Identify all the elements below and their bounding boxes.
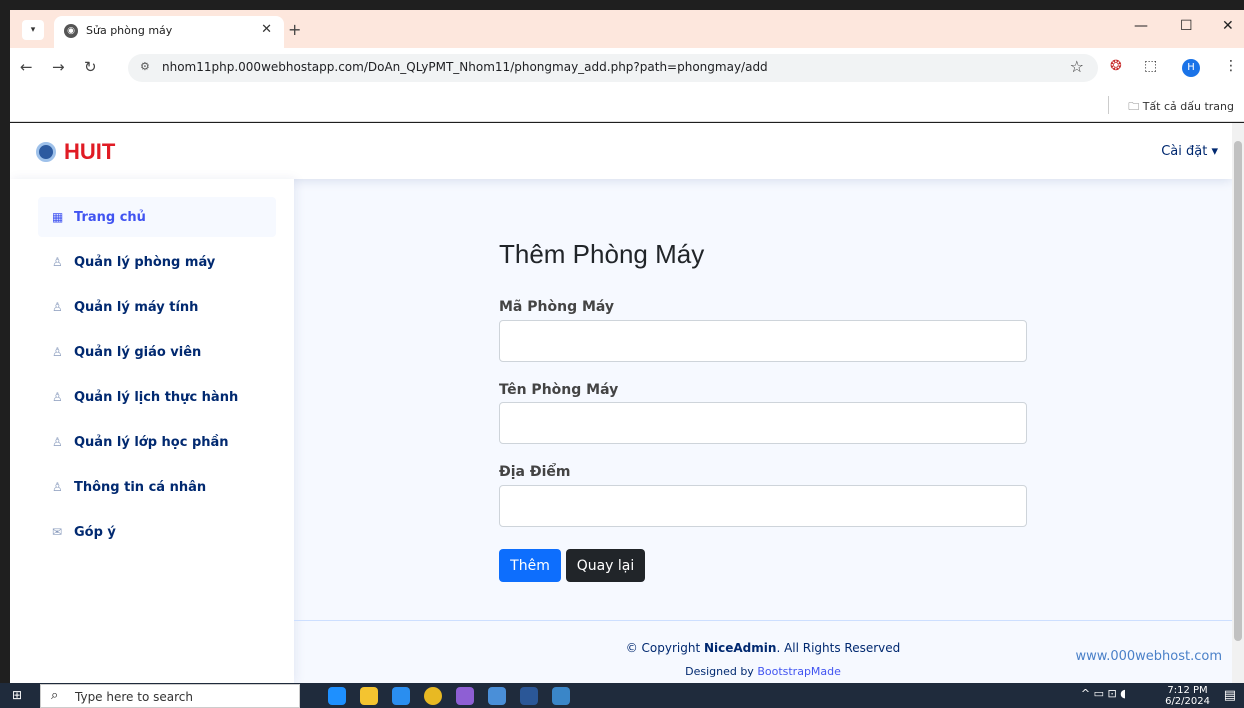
ten-phong-may-input[interactable] [499, 402, 1027, 444]
extension-icon[interactable]: ❂ [1110, 58, 1122, 74]
sidebar-item-thong-tin[interactable]: ♙ Thông tin cá nhân [38, 467, 276, 507]
vscode-icon[interactable] [392, 687, 410, 705]
chrome-icon[interactable] [424, 687, 442, 705]
browser-tab[interactable]: ◉ Sửa phòng máy ✕ [54, 16, 284, 48]
sidebar-item-lich-thuc-hanh[interactable]: ♙ Quản lý lịch thực hành [38, 377, 276, 417]
logo-icon [36, 142, 56, 162]
web-page: HUIT Cài đặt ▾ ▦ Trang chủ ♙ Quản lý phò… [10, 123, 1232, 683]
page-title: Thêm Phòng Máy [499, 239, 705, 269]
main-content: Thêm Phòng Máy Mã Phòng Máy Tên Phòng Má… [294, 179, 1232, 683]
search-icon: ⌕ [51, 688, 59, 703]
file-explorer-icon[interactable] [360, 687, 378, 705]
clock-date: 6/2/2024 [1165, 696, 1210, 707]
address-bar-row: ← → ↻ ⚙ nhom11php.000webhostapp.com/DoAn… [10, 48, 1244, 88]
grid-icon: ▦ [52, 210, 64, 224]
all-bookmarks-label: Tất cả dấu trang [1142, 100, 1234, 113]
footer: © Copyright NiceAdmin. All Rights Reserv… [294, 620, 1232, 683]
globe-icon: ◉ [64, 24, 78, 38]
word-icon[interactable] [520, 687, 538, 705]
edge-icon[interactable] [328, 687, 346, 705]
profile-avatar[interactable]: H [1182, 59, 1200, 77]
clock-time: 7:12 PM [1167, 685, 1208, 696]
all-bookmarks-folder[interactable]: 🗀 Tất cả dấu trang [1128, 98, 1234, 117]
browser-tab-bar: ▾ ◉ Sửa phòng máy ✕ + — ☐ ✕ [10, 10, 1244, 48]
forward-arrow-icon[interactable]: → [52, 58, 65, 76]
sidebar-item-gop-y[interactable]: ✉ Góp ý [38, 512, 276, 552]
dia-diem-input[interactable] [499, 485, 1027, 527]
omnibox[interactable]: ⚙ nhom11php.000webhostapp.com/DoAn_QLyPM… [128, 54, 1098, 82]
maximize-icon[interactable]: ☐ [1180, 18, 1193, 34]
ten-phong-may-label: Tên Phòng Máy [499, 382, 619, 398]
logo-text: HUIT [64, 139, 116, 164]
person-icon: ♙ [52, 255, 63, 269]
brand-name: NiceAdmin [703, 641, 777, 655]
clock[interactable]: 7:12 PM 6/2/2024 [1165, 685, 1210, 707]
back-arrow-icon[interactable]: ← [20, 58, 33, 76]
bootstrapmade-link[interactable]: BootstrapMade [757, 665, 841, 678]
person-icon: ♙ [52, 435, 63, 449]
extensions-puzzle-icon[interactable]: ⬚ [1144, 58, 1157, 74]
menu-kebab-icon[interactable]: ⋮ [1224, 58, 1238, 74]
notification-icon[interactable]: ▤ [1224, 688, 1236, 703]
envelope-icon: ✉ [52, 525, 63, 539]
person-icon: ♙ [52, 300, 63, 314]
windows-start-icon[interactable]: ⊞ [12, 689, 25, 702]
sidebar-item-trang-chu[interactable]: ▦ Trang chủ [38, 197, 276, 237]
logo[interactable]: HUIT [36, 139, 115, 165]
new-tab-icon[interactable]: + [288, 20, 301, 39]
taskbar-search-placeholder: Type here to search [75, 690, 193, 704]
sidebar-item-label: Góp ý [74, 524, 116, 540]
copyright-prefix: © Copyright [625, 641, 704, 655]
settings-dropdown[interactable]: Cài đặt ▾ [1161, 144, 1218, 159]
bookmarks-bar: 🗀 Tất cả dấu trang [10, 88, 1244, 122]
close-tab-icon[interactable]: ✕ [261, 22, 272, 37]
bookmark-star-icon[interactable]: ☆ [1070, 57, 1084, 76]
person-icon: ♙ [52, 345, 63, 359]
tab-title: Sửa phòng máy [86, 24, 173, 37]
sidebar-item-may-tinh[interactable]: ♙ Quản lý máy tính [38, 287, 276, 327]
system-tray-icons[interactable]: ^ ▭ ⊡ ◖ [1081, 687, 1126, 700]
page-scrollbar[interactable] [1232, 123, 1244, 683]
site-header: HUIT Cài đặt ▾ [10, 123, 1232, 179]
windows-taskbar: ⊞ ⌕ Type here to search ^ ▭ ⊡ ◖ 7:12 PM … [0, 683, 1244, 708]
site-settings-icon[interactable]: ⚙ [140, 60, 150, 73]
sidebar-item-lop-hoc-phan[interactable]: ♙ Quản lý lớp học phần [38, 422, 276, 462]
reload-icon[interactable]: ↻ [84, 58, 97, 76]
copyright-suffix: . All Rights Reserved [776, 641, 901, 655]
visual-studio-icon[interactable] [456, 687, 474, 705]
chrome-profile-icon[interactable] [552, 687, 570, 705]
sidebar-item-phong-may[interactable]: ♙ Quản lý phòng máy [38, 242, 276, 282]
url-text[interactable]: nhom11php.000webhostapp.com/DoAn_QLyPMT_… [162, 60, 768, 74]
sidebar-item-giao-vien[interactable]: ♙ Quản lý giáo viên [38, 332, 276, 372]
minimize-icon[interactable]: — [1134, 18, 1148, 34]
dia-diem-label: Địa Điểm [499, 464, 571, 480]
ma-phong-may-input[interactable] [499, 320, 1027, 362]
sidebar-item-label: Trang chủ [74, 209, 146, 225]
taskbar-search-box[interactable]: ⌕ Type here to search [40, 684, 300, 708]
person-icon: ♙ [52, 480, 63, 494]
webhost-badge[interactable]: www.000webhost.com [1076, 649, 1223, 664]
person-icon: ♙ [52, 390, 63, 404]
designed-by-text: Designed by BootstrapMade [294, 665, 1232, 678]
tab-search-dropdown-icon[interactable]: ▾ [22, 20, 44, 40]
sidebar-item-label: Quản lý lịch thực hành [74, 389, 239, 405]
bookmarks-divider [1108, 96, 1109, 114]
sidebar-item-label: Quản lý giáo viên [74, 344, 202, 360]
designed-prefix: Designed by [685, 665, 758, 678]
zalo-icon[interactable] [488, 687, 506, 705]
ma-phong-may-label: Mã Phòng Máy [499, 299, 615, 315]
back-button[interactable]: Quay lại [566, 549, 645, 582]
scrollbar-thumb[interactable] [1234, 141, 1242, 641]
sidebar-item-label: Thông tin cá nhân [74, 479, 207, 495]
add-button[interactable]: Thêm [499, 549, 561, 582]
sidebar-item-label: Quản lý lớp học phần [74, 434, 229, 450]
window-close-icon[interactable]: ✕ [1222, 18, 1234, 34]
sidebar: ▦ Trang chủ ♙ Quản lý phòng máy ♙ Quản l… [10, 179, 294, 683]
sidebar-item-label: Quản lý máy tính [74, 299, 199, 315]
sidebar-item-label: Quản lý phòng máy [74, 254, 216, 270]
